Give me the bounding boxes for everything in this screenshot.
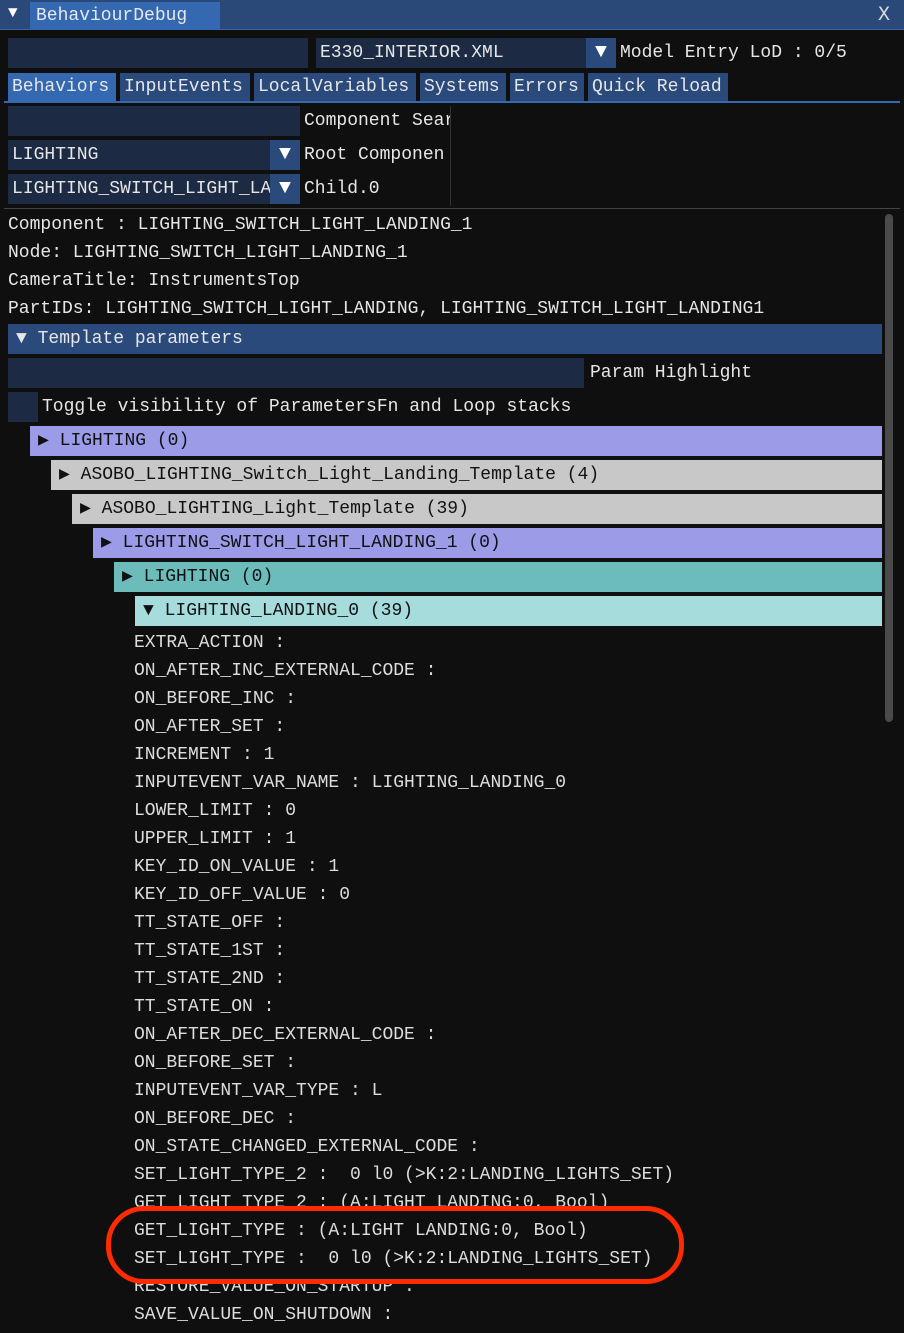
chevron-right-icon: ▶ <box>80 499 102 519</box>
scrollbar-thumb[interactable] <box>885 214 893 722</box>
tree-node[interactable]: ▼ LIGHTING_LANDING_0 (39) <box>135 596 882 626</box>
tab-quick-reload[interactable]: Quick Reload <box>588 73 728 101</box>
chevron-right-icon: ▶ <box>101 533 123 553</box>
tree-node-label: LIGHTING_LANDING_0 (39) <box>164 601 414 621</box>
param-row: TT_STATE_1ST : <box>134 941 286 961</box>
chevron-down-icon: ▼ <box>143 601 165 621</box>
tree-node-label: LIGHTING (0) <box>59 431 190 451</box>
param-row: TT_STATE_OFF : <box>134 913 286 933</box>
param-highlight-label: Param Highlight <box>590 363 753 383</box>
root-component-label: Root Componen <box>304 145 445 165</box>
param-row: ON_AFTER_SET : <box>134 717 286 737</box>
component-search-label: Component Sear <box>304 111 450 131</box>
param-row: KEY_ID_OFF_VALUE : 0 <box>134 885 351 905</box>
divider <box>4 208 900 209</box>
info-part-ids: PartIDs: LIGHTING_SWITCH_LIGHT_LANDING, … <box>8 299 765 319</box>
info-node: Node: LIGHTING_SWITCH_LIGHT_LANDING_1 <box>8 243 408 263</box>
tree-node-label: LIGHTING_SWITCH_LIGHT_LANDING_1 (0) <box>122 533 501 553</box>
info-camera-title: CameraTitle: InstrumentsTop <box>8 271 300 291</box>
chevron-right-icon: ▶ <box>38 431 60 451</box>
tree-node-label: LIGHTING (0) <box>143 567 274 587</box>
tab-systems[interactable]: Systems <box>420 73 506 101</box>
info-component: Component : LIGHTING_SWITCH_LIGHT_LANDIN… <box>8 215 473 235</box>
template-parameters-header[interactable]: ▼ Template parameters <box>8 324 882 354</box>
tab-behaviors[interactable]: Behaviors <box>8 73 116 101</box>
template-parameters-label: Template parameters <box>37 329 243 349</box>
child-dropdown[interactable]: LIGHTING_SWITCH_LIGHT_LA <box>8 174 270 204</box>
param-row: TT_STATE_ON : <box>134 997 275 1017</box>
tab-errors[interactable]: Errors <box>510 73 584 101</box>
param-row: INPUTEVENT_VAR_NAME : LIGHTING_LANDING_0 <box>134 773 567 793</box>
param-row: UPPER_LIMIT : 1 <box>134 829 297 849</box>
tree-node[interactable]: ▶ ASOBO_LIGHTING_Light_Template (39) <box>72 494 882 524</box>
param-row: INPUTEVENT_VAR_TYPE : L <box>134 1081 383 1101</box>
lod-label: Model Entry LoD : 0/5 <box>620 43 847 63</box>
file-dropdown[interactable]: E330_INTERIOR.XML <box>316 38 586 68</box>
param-row: ON_AFTER_INC_EXTERNAL_CODE : <box>134 661 437 681</box>
chevron-down-icon[interactable]: ▼ <box>270 140 300 170</box>
param-row: ON_BEFORE_DEC : <box>134 1109 297 1129</box>
param-row: SAVE_VALUE_ON_SHUTDOWN : <box>134 1305 394 1325</box>
chevron-right-icon: ▶ <box>59 465 81 485</box>
tree-node-label: ASOBO_LIGHTING_Light_Template (39) <box>101 499 469 519</box>
tree-node[interactable]: ▶ LIGHTING (0) <box>30 426 882 456</box>
tree-node[interactable]: ▶ LIGHTING_SWITCH_LIGHT_LANDING_1 (0) <box>93 528 882 558</box>
param-row: KEY_ID_ON_VALUE : 1 <box>134 857 340 877</box>
toggle-visibility-checkbox[interactable] <box>8 392 38 422</box>
param-row: ON_AFTER_DEC_EXTERNAL_CODE : <box>134 1025 437 1045</box>
chevron-right-icon: ▶ <box>122 567 144 587</box>
tab-underline <box>4 101 900 103</box>
tree-node-label: ASOBO_LIGHTING_Switch_Light_Landing_Temp… <box>80 465 600 485</box>
param-row: ON_BEFORE_INC : <box>134 689 297 709</box>
param-highlight-input[interactable] <box>8 358 584 388</box>
root-component-dropdown[interactable]: LIGHTING <box>8 140 270 170</box>
collapse-icon[interactable]: ▼ <box>8 4 18 22</box>
chevron-down-icon[interactable]: ▼ <box>270 174 300 204</box>
component-search-input[interactable] <box>8 106 300 136</box>
tab-inputevents[interactable]: InputEvents <box>120 73 250 101</box>
highlight-circle <box>106 1206 684 1284</box>
param-row: SET_LIGHT_TYPE_2 : 0 l0 (>K:2:LANDING_LI… <box>134 1165 675 1185</box>
divider <box>450 106 451 206</box>
window-title: BehaviourDebug <box>30 2 220 30</box>
search-input[interactable] <box>8 38 308 68</box>
param-row: ON_STATE_CHANGED_EXTERNAL_CODE : <box>134 1137 480 1157</box>
close-icon[interactable]: X <box>878 4 890 27</box>
chevron-down-icon[interactable]: ▼ <box>586 38 616 68</box>
param-row: EXTRA_ACTION : <box>134 633 286 653</box>
param-row: ON_BEFORE_SET : <box>134 1053 297 1073</box>
param-row: INCREMENT : 1 <box>134 745 275 765</box>
child-label: Child.0 <box>304 179 380 199</box>
tree-node[interactable]: ▶ LIGHTING (0) <box>114 562 882 592</box>
param-row: TT_STATE_2ND : <box>134 969 286 989</box>
tree-node[interactable]: ▶ ASOBO_LIGHTING_Switch_Light_Landing_Te… <box>51 460 882 490</box>
tab-localvariables[interactable]: LocalVariables <box>254 73 416 101</box>
toggle-visibility-label: Toggle visibility of ParametersFn and Lo… <box>42 397 572 417</box>
chevron-down-icon: ▼ <box>16 329 38 349</box>
param-row: LOWER_LIMIT : 0 <box>134 801 297 821</box>
